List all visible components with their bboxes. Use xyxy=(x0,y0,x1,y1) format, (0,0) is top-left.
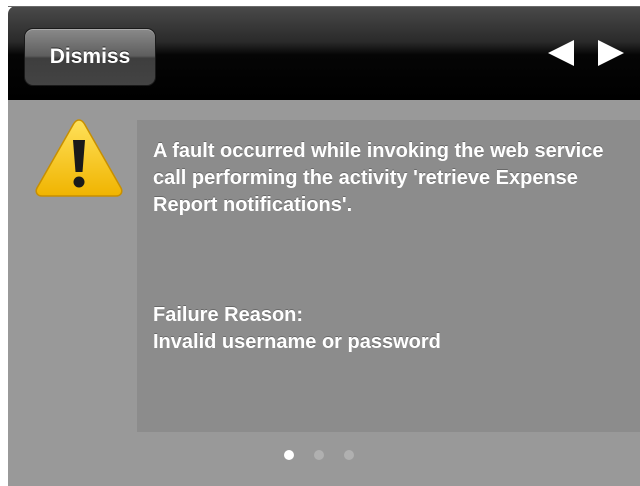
failure-block: Failure Reason: Invalid username or pass… xyxy=(153,302,624,356)
alert-window: Dismiss A fault occurred while invoking … xyxy=(0,0,640,486)
failure-reason-label: Failure Reason: xyxy=(153,304,304,326)
page-indicator[interactable] xyxy=(8,450,640,462)
failure-reason-text: Invalid username or password xyxy=(153,331,441,353)
page-dot-1[interactable] xyxy=(284,450,294,460)
message-panel: A fault occurred while invoking the web … xyxy=(137,120,640,432)
error-message: A fault occurred while invoking the web … xyxy=(153,140,604,216)
warning-icon xyxy=(33,116,125,200)
toolbar-highlight xyxy=(8,6,640,7)
right-arrow-icon[interactable] xyxy=(596,38,626,68)
page-dot-3[interactable] xyxy=(344,450,354,460)
left-arrow-icon[interactable] xyxy=(546,38,576,68)
dismiss-button[interactable]: Dismiss xyxy=(24,28,156,86)
page-dot-2[interactable] xyxy=(314,450,324,460)
alert-content: A fault occurred while invoking the web … xyxy=(8,100,640,486)
